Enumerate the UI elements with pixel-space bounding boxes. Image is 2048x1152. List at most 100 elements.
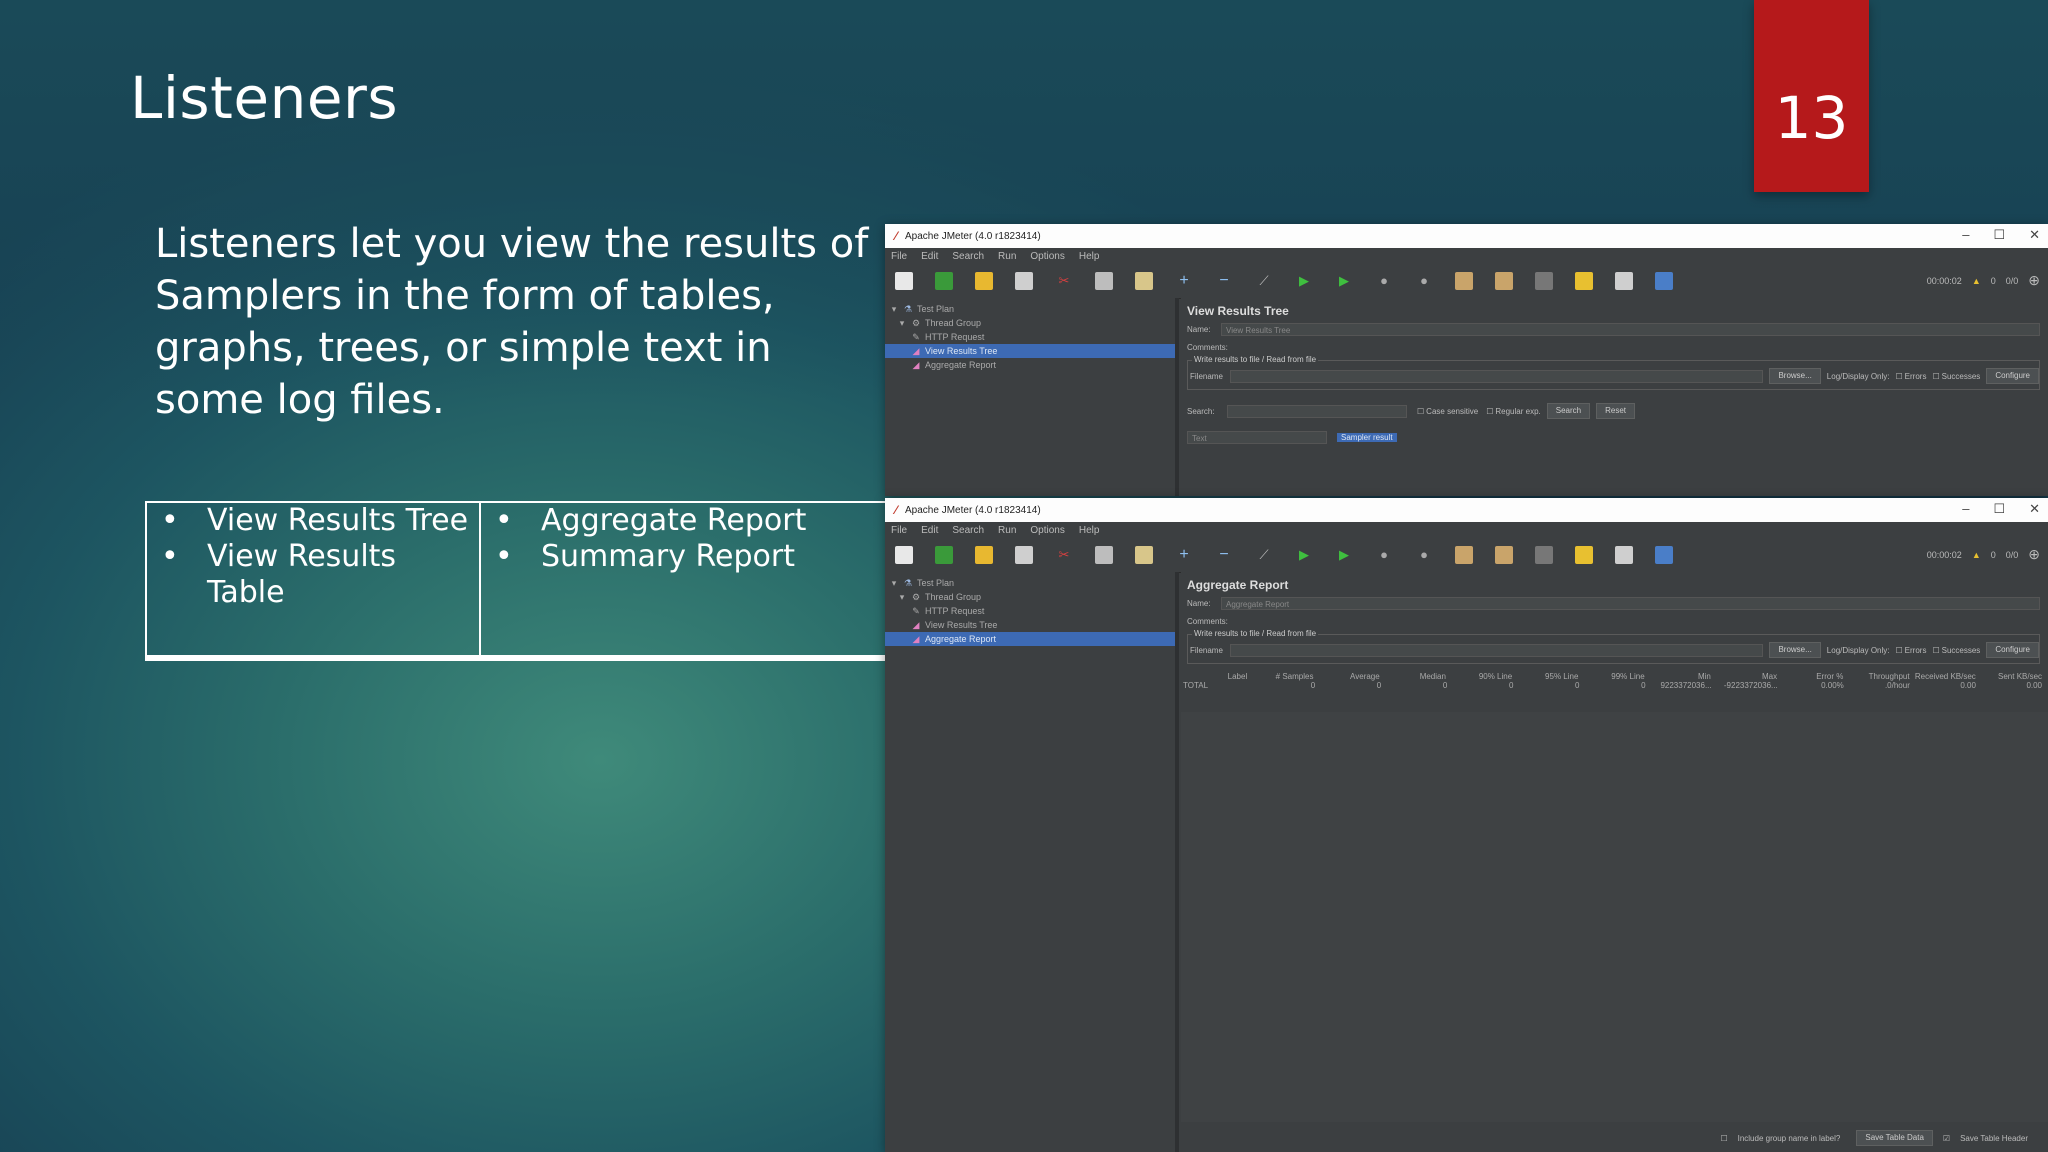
reset-button[interactable]: Reset — [1596, 403, 1635, 419]
tree-item-test-plan[interactable]: ▾ ⚗ Test Plan — [885, 302, 1175, 316]
menu-help[interactable]: Help — [1079, 525, 1100, 536]
tree-item-thread-group[interactable]: ▾ ⚙ Thread Group — [885, 316, 1175, 330]
clear-icon[interactable] — [1455, 546, 1473, 564]
menu-run[interactable]: Run — [998, 525, 1016, 536]
help-icon[interactable] — [1655, 272, 1673, 290]
menu-search[interactable]: Search — [952, 251, 984, 262]
new-icon[interactable] — [895, 272, 913, 290]
menu-help[interactable]: Help — [1079, 251, 1100, 262]
search-toolbar-icon[interactable] — [1535, 546, 1553, 564]
function-helper-icon[interactable] — [1615, 272, 1633, 290]
successes-checkbox[interactable]: ☐ — [1932, 372, 1939, 381]
close-icon[interactable]: ✕ — [2029, 227, 2040, 243]
stop-icon[interactable]: ● — [1375, 272, 1393, 290]
remote-globe-icon[interactable]: ⊕ — [2028, 546, 2040, 563]
table-row[interactable]: TOTAL 0 0 0 0 0 0 9223372036... -9223372036... 0.… — [1181, 681, 2042, 690]
save-table-header-checkbox[interactable]: ☑ — [1943, 1134, 1950, 1143]
expand-icon[interactable]: + — [1175, 546, 1193, 564]
function-helper-icon[interactable] — [1615, 546, 1633, 564]
reset-search-icon[interactable] — [1575, 272, 1593, 290]
templates-icon[interactable] — [935, 546, 953, 564]
tree-item-http-request[interactable]: ✎ HTTP Request — [885, 330, 1175, 344]
expand-icon[interactable]: + — [1175, 272, 1193, 290]
save-icon[interactable] — [1015, 272, 1033, 290]
tree-item-aggregate-report[interactable]: ◢ Aggregate Report — [885, 632, 1175, 646]
tree-item-view-results-tree[interactable]: ◢ View Results Tree — [885, 344, 1175, 358]
clear-icon[interactable] — [1455, 272, 1473, 290]
minimize-icon[interactable]: – — [1962, 501, 1969, 517]
menu-file[interactable]: File — [891, 525, 907, 536]
minimize-icon[interactable]: – — [1962, 227, 1969, 243]
templates-icon[interactable] — [935, 272, 953, 290]
menu-search[interactable]: Search — [952, 525, 984, 536]
save-icon[interactable] — [1015, 546, 1033, 564]
successes-checkbox[interactable]: ☐ — [1932, 646, 1939, 655]
maximize-icon[interactable]: ☐ — [1993, 227, 2005, 243]
case-sensitive-label: Case sensitive — [1426, 406, 1479, 416]
paste-icon[interactable] — [1135, 272, 1153, 290]
menu-edit[interactable]: Edit — [921, 251, 938, 262]
collapse-icon[interactable]: − — [1215, 272, 1233, 290]
close-icon[interactable]: ✕ — [2029, 501, 2040, 517]
save-table-data-button[interactable]: Save Table Data — [1856, 1130, 1933, 1146]
search-button[interactable]: Search — [1546, 403, 1591, 419]
errors-checkbox[interactable]: ☐ — [1896, 646, 1903, 655]
shutdown-icon[interactable]: ● — [1415, 272, 1433, 290]
tree-item-thread-group[interactable]: ▾ ⚙ Thread Group — [885, 590, 1175, 604]
search-toolbar-icon[interactable] — [1535, 272, 1553, 290]
tree-item-aggregate-report[interactable]: ◢ Aggregate Report — [885, 358, 1175, 372]
window-title: Apache JMeter (4.0 r1823414) — [905, 504, 1041, 516]
name-input[interactable]: View Results Tree — [1221, 322, 2040, 336]
include-group-checkbox[interactable]: ☐ — [1720, 1134, 1727, 1143]
tree-item-test-plan[interactable]: ▾ ⚗ Test Plan — [885, 576, 1175, 590]
browse-button[interactable]: Browse... — [1769, 642, 1821, 658]
open-icon[interactable] — [975, 272, 993, 290]
remote-globe-icon[interactable]: ⊕ — [2028, 272, 2040, 289]
filename-input[interactable] — [1230, 369, 1764, 383]
configure-button[interactable]: Configure — [1986, 368, 2039, 384]
name-input[interactable]: Aggregate Report — [1221, 596, 2040, 610]
cut-icon[interactable]: ✂ — [1055, 546, 1073, 564]
maximize-icon[interactable]: ☐ — [1993, 501, 2005, 517]
filename-input[interactable] — [1230, 643, 1764, 657]
warning-icon[interactable]: ▲ — [1972, 550, 1981, 560]
help-icon[interactable] — [1655, 546, 1673, 564]
clear-all-icon[interactable] — [1495, 546, 1513, 564]
copy-icon[interactable] — [1095, 272, 1113, 290]
cut-icon[interactable]: ✂ — [1055, 272, 1073, 290]
toggle-icon[interactable]: ⟋ — [1255, 546, 1273, 564]
copy-icon[interactable] — [1095, 546, 1113, 564]
open-icon[interactable] — [975, 546, 993, 564]
collapse-icon[interactable]: − — [1215, 546, 1233, 564]
start-no-pause-icon[interactable]: ▶ — [1335, 272, 1353, 290]
start-icon[interactable]: ▶ — [1295, 546, 1313, 564]
toggle-icon[interactable]: ⟋ — [1255, 272, 1273, 290]
stop-icon[interactable]: ● — [1375, 546, 1393, 564]
errors-checkbox[interactable]: ☐ — [1896, 372, 1903, 381]
view-results-tree-panel: View Results Tree Name: View Results Tre… — [1181, 298, 2048, 496]
reset-search-icon[interactable] — [1575, 546, 1593, 564]
menu-options[interactable]: Options — [1030, 251, 1064, 262]
menu-file[interactable]: File — [891, 251, 907, 262]
start-icon[interactable]: ▶ — [1295, 272, 1313, 290]
case-sensitive-checkbox[interactable]: ☐ — [1417, 407, 1424, 416]
browse-button[interactable]: Browse... — [1769, 368, 1821, 384]
menu-edit[interactable]: Edit — [921, 525, 938, 536]
shutdown-icon[interactable]: ● — [1415, 546, 1433, 564]
warning-icon[interactable]: ▲ — [1972, 276, 1981, 286]
tree-item-http-request[interactable]: ✎ HTTP Request — [885, 604, 1175, 618]
paste-icon[interactable] — [1135, 546, 1153, 564]
menu-run[interactable]: Run — [998, 251, 1016, 262]
tree-item-view-results-tree[interactable]: ◢ View Results Tree — [885, 618, 1175, 632]
start-no-pause-icon[interactable]: ▶ — [1335, 546, 1353, 564]
log-display-label: Log/Display Only: — [1826, 645, 1890, 655]
configure-button[interactable]: Configure — [1986, 642, 2039, 658]
renderer-select[interactable]: Text — [1187, 430, 1327, 444]
clear-all-icon[interactable] — [1495, 272, 1513, 290]
new-icon[interactable] — [895, 546, 913, 564]
menu-options[interactable]: Options — [1030, 525, 1064, 536]
log-display-label: Log/Display Only: — [1826, 371, 1890, 381]
sampler-result-tab[interactable]: Sampler result — [1337, 432, 1397, 442]
search-input[interactable] — [1227, 404, 1407, 418]
regex-checkbox[interactable]: ☐ — [1486, 407, 1493, 416]
